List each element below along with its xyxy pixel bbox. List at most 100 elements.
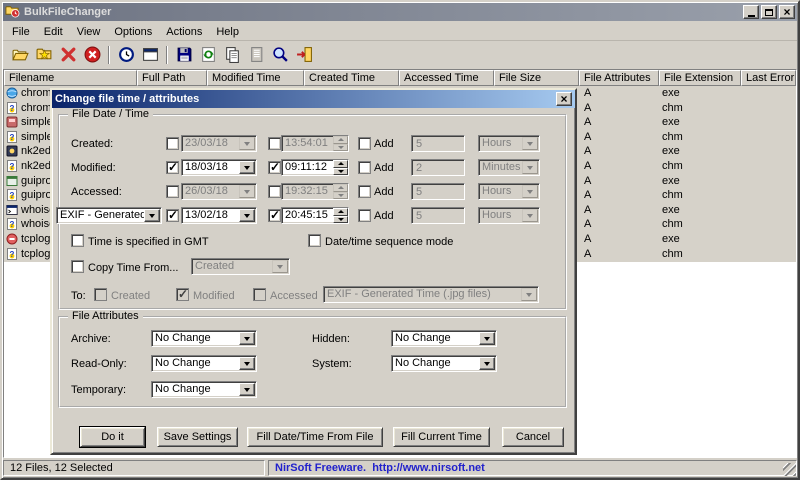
- column-header-filename[interactable]: Filename: [4, 70, 137, 86]
- file-attributes: A: [584, 174, 592, 187]
- gmt-checkbox[interactable]: [71, 234, 84, 247]
- modified-add-value-field: 2: [411, 159, 465, 176]
- close-button[interactable]: ×: [779, 5, 795, 19]
- file-attributes: A: [584, 145, 592, 158]
- column-header-modified-time[interactable]: Modified Time: [207, 70, 304, 86]
- archive-select[interactable]: No Change: [151, 330, 257, 347]
- maximize-button[interactable]: [761, 5, 777, 19]
- change-time-button[interactable]: [114, 44, 138, 66]
- exif-add-checkbox[interactable]: [358, 209, 371, 222]
- dropdown-arrow-icon[interactable]: [239, 161, 255, 174]
- open-folder-button[interactable]: [8, 44, 32, 66]
- column-header-last-error[interactable]: Last Error: [741, 70, 796, 86]
- exif-date-checkbox[interactable]: [166, 208, 179, 222]
- exif-source-select[interactable]: EXIF - Generated: [56, 207, 162, 224]
- nirsoft-link[interactable]: NirSoft Freeware. http://www.nirsoft.net: [275, 462, 485, 474]
- dialog-close-button[interactable]: ×: [556, 92, 572, 106]
- dropdown-arrow-icon[interactable]: [239, 209, 255, 222]
- read-only-select[interactable]: No Change: [151, 355, 257, 372]
- add-files-button[interactable]: [32, 44, 56, 66]
- save-button[interactable]: [172, 44, 196, 66]
- gmt-label: Time is specified in GMT: [88, 236, 209, 248]
- temporary-select[interactable]: No Change: [151, 381, 257, 398]
- accessed-time-checkbox[interactable]: [268, 185, 281, 198]
- exif-time-spinner[interactable]: 20:45:15: [281, 207, 349, 224]
- file-attributes: A: [584, 101, 592, 114]
- do-it-button[interactable]: Do it: [80, 427, 145, 447]
- file-type-icon: ?: [6, 247, 18, 260]
- column-header-file-attributes[interactable]: File Attributes: [579, 70, 659, 86]
- dropdown-arrow-icon[interactable]: [239, 383, 255, 396]
- file-extension: chm: [662, 218, 683, 231]
- file-type-icon: ?: [6, 160, 18, 172]
- remove-files-button[interactable]: [56, 44, 80, 66]
- system-select[interactable]: No Change: [391, 355, 497, 372]
- created-time-spinner: 13:54:01: [281, 135, 349, 152]
- modified-time-checkbox[interactable]: [268, 160, 281, 174]
- exif-date-select[interactable]: 13/02/18: [181, 207, 257, 224]
- menu-edit[interactable]: Edit: [37, 24, 70, 40]
- menu-help[interactable]: Help: [209, 24, 246, 40]
- cancel-button[interactable]: Cancel: [502, 427, 564, 447]
- menu-actions[interactable]: Actions: [159, 24, 209, 40]
- accessed-add-checkbox[interactable]: [358, 185, 371, 198]
- copy-button[interactable]: [220, 44, 244, 66]
- menu-bar: File Edit View Options Actions Help: [3, 23, 797, 41]
- spin-down-icon[interactable]: [333, 215, 348, 223]
- properties-window-button[interactable]: [138, 44, 162, 66]
- find-button[interactable]: [268, 44, 292, 66]
- modified-date-select[interactable]: 18/03/18: [181, 159, 257, 176]
- accessed-date-checkbox[interactable]: [166, 185, 179, 198]
- created-time-checkbox[interactable]: [268, 137, 281, 150]
- dropdown-arrow-icon[interactable]: [239, 357, 255, 370]
- fill-datetime-from-file-button[interactable]: Fill Date/Time From File: [247, 427, 383, 447]
- column-header-accessed-time[interactable]: Accessed Time: [399, 70, 494, 86]
- save-settings-button[interactable]: Save Settings: [157, 427, 238, 447]
- dropdown-arrow-icon[interactable]: [144, 209, 160, 222]
- to-created-label: Created: [111, 290, 151, 302]
- created-add-label: Add: [374, 138, 394, 150]
- resize-grip[interactable]: [783, 463, 796, 476]
- spinner-buttons: [333, 160, 348, 175]
- column-header-file-extension[interactable]: File Extension: [659, 70, 741, 86]
- copy-time-from-checkbox[interactable]: [71, 260, 84, 273]
- spin-up-icon[interactable]: [333, 160, 348, 168]
- accessed-row-label: Accessed:: [71, 186, 122, 198]
- sequence-mode-checkbox[interactable]: [308, 234, 321, 247]
- dropdown-arrow-icon[interactable]: [479, 332, 495, 345]
- modified-date-checkbox[interactable]: [166, 160, 179, 174]
- menu-file[interactable]: File: [5, 24, 37, 40]
- properties-button[interactable]: [244, 44, 268, 66]
- modified-time-spinner[interactable]: 09:11:12: [281, 159, 349, 176]
- spin-down-icon[interactable]: [333, 167, 348, 175]
- svg-text:?: ?: [10, 103, 15, 112]
- refresh-button[interactable]: [196, 44, 220, 66]
- menu-options[interactable]: Options: [107, 24, 159, 40]
- dropdown-arrow-icon[interactable]: [239, 332, 255, 345]
- file-type-icon: ?: [6, 130, 18, 143]
- clear-list-button[interactable]: [80, 44, 104, 66]
- file-name: nk2edi: [21, 145, 54, 158]
- to-modified-label: Modified: [193, 290, 235, 302]
- file-attributes: A: [584, 203, 592, 216]
- remove-files-icon: [61, 47, 75, 62]
- file-attributes: A: [584, 160, 592, 172]
- hidden-select[interactable]: No Change: [391, 330, 497, 347]
- menu-view[interactable]: View: [70, 24, 108, 40]
- created-date-checkbox[interactable]: [166, 137, 179, 150]
- modified-add-checkbox[interactable]: [358, 161, 371, 174]
- minimize-button[interactable]: [743, 5, 759, 19]
- file-attributes: A: [584, 189, 592, 202]
- fill-current-time-button[interactable]: Fill Current Time: [393, 427, 490, 447]
- spin-up-icon[interactable]: [333, 208, 348, 216]
- created-add-checkbox[interactable]: [358, 137, 371, 150]
- column-header-full-path[interactable]: Full Path: [137, 70, 207, 86]
- properties-icon: [250, 47, 262, 62]
- toolbar-separator: [166, 45, 168, 64]
- column-header-created-time[interactable]: Created Time: [304, 70, 399, 86]
- file-attributes: A: [584, 87, 592, 99]
- dropdown-arrow-icon[interactable]: [479, 357, 495, 370]
- exit-button[interactable]: [292, 44, 316, 66]
- exif-time-checkbox[interactable]: [268, 208, 281, 222]
- column-header-file-size[interactable]: File Size: [494, 70, 579, 86]
